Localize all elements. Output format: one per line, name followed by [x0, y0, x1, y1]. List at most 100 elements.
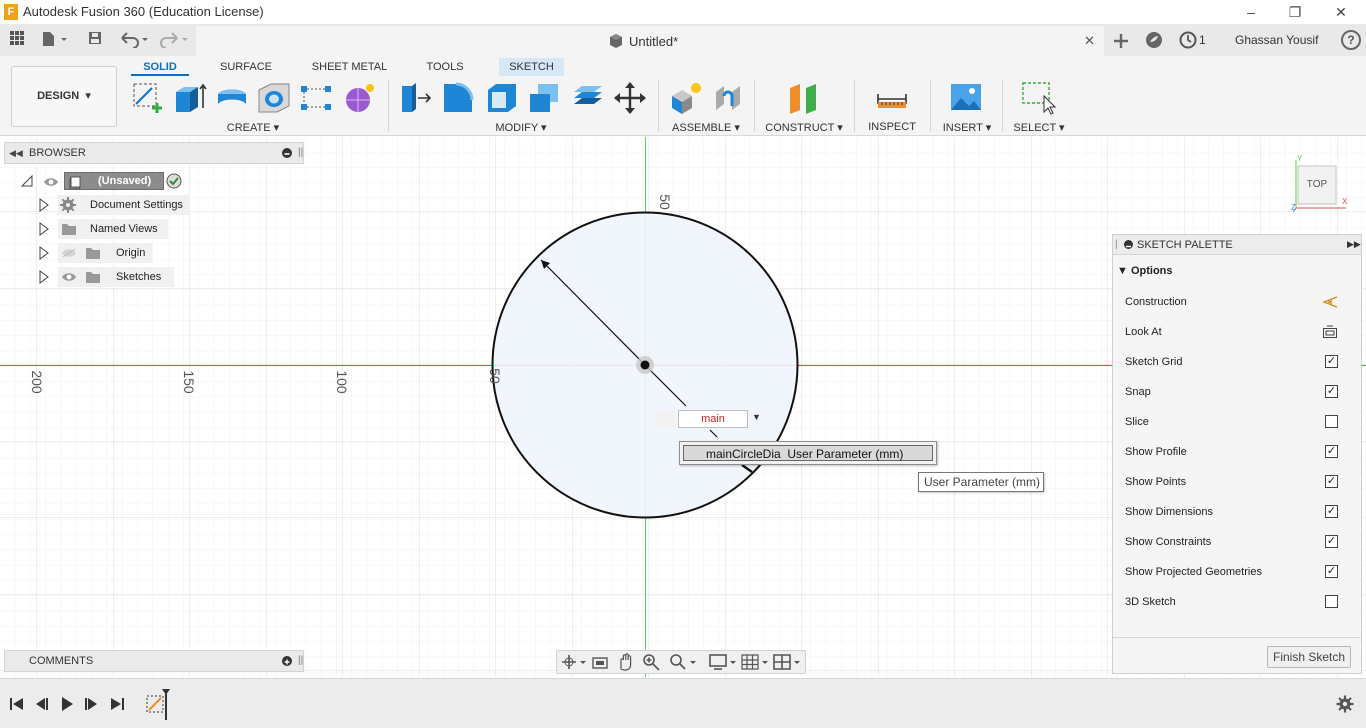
view-cube-face[interactable]: TOP: [1298, 179, 1336, 190]
finish-sketch-button[interactable]: Finish Sketch: [1267, 646, 1351, 668]
shell-icon[interactable]: [484, 80, 520, 116]
grid-settings-icon[interactable]: [740, 653, 770, 671]
minimize-button[interactable]: –: [1236, 2, 1266, 22]
show-points-checkbox[interactable]: ✓: [1325, 475, 1338, 488]
browser-minus-icon[interactable]: [282, 148, 292, 158]
play-icon[interactable]: [58, 695, 76, 713]
tab-sketch[interactable]: SKETCH: [499, 58, 564, 76]
show-constraints-checkbox[interactable]: ✓: [1325, 535, 1338, 548]
viewports-icon[interactable]: [772, 653, 802, 671]
measure-icon[interactable]: [874, 80, 910, 116]
snap-checkbox[interactable]: ✓: [1325, 385, 1338, 398]
tab-solid[interactable]: SOLID: [131, 58, 189, 76]
pan-hand-icon[interactable]: [616, 653, 634, 671]
insert-image-icon[interactable]: [948, 80, 984, 116]
comments-plus-icon[interactable]: [282, 656, 292, 666]
zoom-window-icon[interactable]: [668, 653, 698, 671]
look-at-nav-icon[interactable]: [591, 653, 609, 671]
orbit-icon[interactable]: [560, 653, 588, 671]
dimension-input[interactable]: main: [678, 410, 748, 428]
dimension-dropdown-arrow[interactable]: ▼: [752, 412, 761, 422]
hole-icon[interactable]: [256, 80, 292, 116]
tab-tools[interactable]: TOOLS: [418, 58, 472, 76]
redo-icon[interactable]: [158, 30, 194, 50]
tree-item-document-settings[interactable]: Document Settings: [58, 195, 190, 215]
expand-arrow-icon[interactable]: [38, 246, 50, 263]
timeline-settings-gear-icon[interactable]: [1336, 695, 1354, 713]
joint-icon[interactable]: [710, 80, 746, 116]
browser-pin-icon[interactable]: ||: [298, 147, 303, 158]
combine-icon[interactable]: [526, 80, 562, 116]
option-sketch-grid[interactable]: Sketch Grid ✓: [1125, 347, 1350, 377]
collapse-panel-icon[interactable]: ◀◀: [9, 148, 23, 159]
select-menu[interactable]: SELECT ▾: [1012, 121, 1066, 134]
fillet-icon[interactable]: [440, 80, 476, 116]
slice-checkbox[interactable]: [1325, 415, 1338, 428]
show-dimensions-checkbox[interactable]: ✓: [1325, 505, 1338, 518]
option-show-projected-geometries[interactable]: Show Projected Geometries ✓: [1125, 557, 1350, 587]
tree-item-origin[interactable]: Origin: [58, 243, 152, 263]
workspace-switcher[interactable]: DESIGN ▾: [11, 66, 117, 127]
create-menu[interactable]: CREATE ▾: [221, 121, 285, 134]
assemble-menu[interactable]: ASSEMBLE ▾: [668, 121, 744, 134]
press-pull-icon[interactable]: [398, 80, 434, 116]
offset-face-icon[interactable]: [570, 80, 606, 116]
create-form-icon[interactable]: [342, 80, 378, 116]
palette-grip-icon[interactable]: |: [1115, 239, 1118, 250]
move-icon[interactable]: [612, 80, 648, 116]
tab-surface[interactable]: SURFACE: [216, 58, 276, 76]
root-component[interactable]: (Unsaved): [64, 172, 164, 190]
user-name[interactable]: Ghassan Yousif: [1235, 33, 1318, 47]
palette-minus-icon[interactable]: [1124, 240, 1133, 249]
expand-palette-icon[interactable]: ▶▶: [1347, 239, 1361, 250]
construct-menu[interactable]: CONSTRUCT ▾: [764, 121, 844, 134]
offset-plane-icon[interactable]: [786, 80, 822, 116]
show-projected-geometries-checkbox[interactable]: ✓: [1325, 565, 1338, 578]
help-icon[interactable]: ?: [1341, 30, 1361, 50]
go-to-start-icon[interactable]: [8, 695, 26, 713]
option-show-points[interactable]: Show Points ✓: [1125, 467, 1350, 497]
show-profile-checkbox[interactable]: ✓: [1325, 445, 1338, 458]
select-window-icon[interactable]: [1020, 80, 1057, 116]
data-panel-grid-icon[interactable]: [6, 30, 28, 50]
extensions-icon[interactable]: [1144, 30, 1164, 50]
close-tab-button[interactable]: ✕: [1084, 33, 1095, 49]
comments-pin-icon[interactable]: ||: [298, 655, 303, 666]
step-forward-icon[interactable]: [82, 695, 100, 713]
modify-menu[interactable]: MODIFY ▾: [488, 121, 554, 134]
pattern-icon[interactable]: [298, 80, 334, 116]
option-show-profile[interactable]: Show Profile ✓: [1125, 437, 1350, 467]
tree-item-sketches[interactable]: Sketches: [58, 267, 174, 287]
collapse-root-icon[interactable]: [20, 174, 34, 190]
option-look-at[interactable]: Look At: [1125, 317, 1350, 347]
expand-arrow-icon[interactable]: [38, 222, 50, 239]
option-snap[interactable]: Snap ✓: [1125, 377, 1350, 407]
close-window-button[interactable]: ✕: [1326, 2, 1356, 22]
step-back-icon[interactable]: [33, 695, 51, 713]
save-icon[interactable]: [84, 30, 106, 50]
suggestion-item[interactable]: mainCircleDia User Parameter (mm): [683, 445, 933, 461]
revolve-icon[interactable]: [214, 80, 250, 116]
expand-arrow-icon[interactable]: [38, 270, 50, 287]
display-settings-icon[interactable]: [708, 653, 738, 671]
visibility-eye-icon[interactable]: [43, 176, 59, 190]
insert-menu[interactable]: INSERT ▾: [942, 121, 992, 134]
option-slice[interactable]: Slice: [1125, 407, 1350, 437]
option-3d-sketch[interactable]: 3D Sketch: [1125, 587, 1350, 617]
new-component-icon[interactable]: [668, 80, 704, 116]
option-construction[interactable]: Construction: [1125, 287, 1350, 317]
go-to-end-icon[interactable]: [108, 695, 126, 713]
activate-check-icon[interactable]: [166, 173, 182, 192]
3d-sketch-checkbox[interactable]: [1325, 595, 1338, 608]
job-status-icon[interactable]: [1178, 30, 1198, 50]
sketch-grid-checkbox[interactable]: ✓: [1325, 355, 1338, 368]
zoom-icon[interactable]: [642, 653, 660, 671]
option-show-dimensions[interactable]: Show Dimensions ✓: [1125, 497, 1350, 527]
option-show-constraints[interactable]: Show Constraints ✓: [1125, 527, 1350, 557]
parameter-suggestion[interactable]: mainCircleDia User Parameter (mm): [679, 441, 937, 465]
tree-item-named-views[interactable]: Named Views: [58, 219, 168, 239]
restore-button[interactable]: ❐: [1280, 2, 1310, 22]
file-menu-icon[interactable]: [38, 30, 70, 50]
create-sketch-icon[interactable]: [130, 80, 166, 116]
tab-sheet-metal[interactable]: SHEET METAL: [307, 58, 392, 76]
